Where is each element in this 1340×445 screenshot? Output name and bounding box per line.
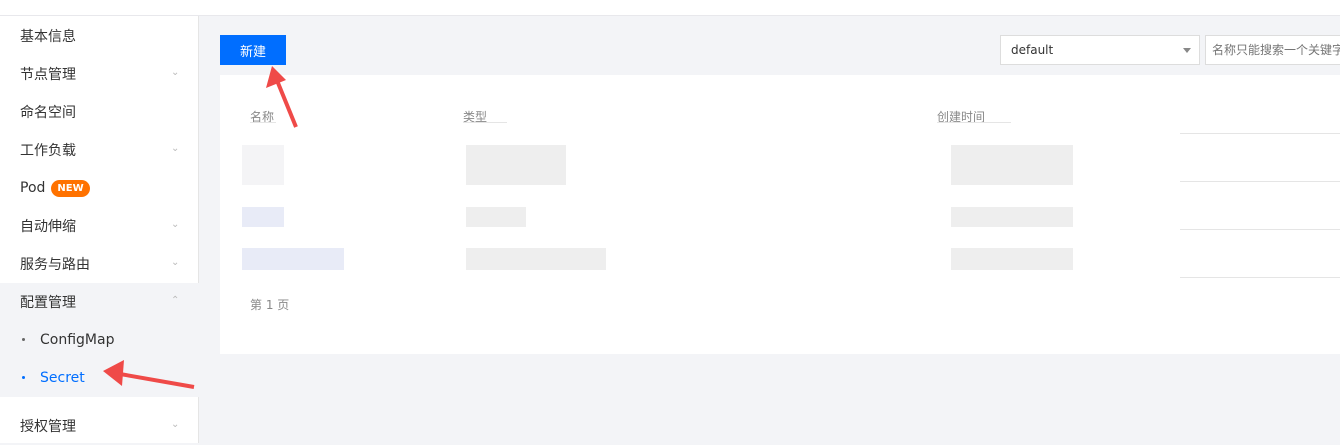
sidebar-item-label: 基本信息 [20,29,76,45]
sidebar-subitem-configmap[interactable]: ConfigMap [0,321,199,359]
pagination-label: 第 1 页 [250,298,290,312]
sidebar-item-label: 命名空间 [20,105,76,121]
redacted-cell [466,145,566,185]
sidebar-item-label: 节点管理 [20,67,76,83]
row-divider [1180,133,1340,134]
sidebar-item-label: 授权管理 [20,419,76,435]
namespace-select[interactable]: default [1000,35,1200,65]
redacted-cell [951,248,1073,270]
header-underline [463,122,507,123]
namespace-select-value: default [1011,43,1054,57]
sidebar-subitem-label: ConfigMap [40,332,115,348]
sidebar-item-authorization[interactable]: 授权管理 ⌄ [0,407,199,445]
chevron-up-icon: ⌃ [171,295,180,306]
sidebar-item-label: 自动伸缩 [20,219,76,235]
bullet-icon [22,376,25,379]
chevron-down-icon: ⌄ [171,143,180,154]
bullet-icon [22,338,25,341]
row-divider [1180,229,1340,230]
chevron-down-icon: ⌄ [171,67,180,78]
sidebar-item-autoscaling[interactable]: 自动伸缩 ⌄ [0,207,199,245]
caret-down-icon [1183,48,1191,53]
redacted-cell [951,145,1073,185]
redacted-cell [466,207,526,227]
redacted-cell [951,207,1073,227]
sidebar-item-namespace[interactable]: 命名空间 [0,93,199,131]
row-divider [1180,277,1340,278]
sidebar-item-basic-info[interactable]: 基本信息 [0,17,199,55]
header-underline [250,122,276,123]
sidebar-item-label: 工作负载 [20,143,76,159]
top-bar [0,0,1340,16]
sidebar-subitem-secret[interactable]: Secret [0,359,199,397]
row-divider [1180,181,1340,182]
sidebar-item-label: Pod [20,180,46,196]
sidebar-item-pod[interactable]: Pod NEW [0,169,199,207]
sidebar-item-config-management[interactable]: 配置管理 ⌃ [0,283,199,321]
sidebar-item-label: 服务与路由 [20,257,90,273]
redacted-cell [242,248,344,270]
sidebar-item-node-management[interactable]: 节点管理 ⌄ [0,55,199,93]
redacted-cell [466,248,606,270]
sidebar-item-label: 配置管理 [20,295,76,311]
new-badge: NEW [51,179,90,197]
redacted-cell [242,145,284,185]
chevron-down-icon: ⌄ [171,219,180,230]
header-underline [937,122,1011,123]
search-input[interactable] [1205,35,1340,65]
chevron-down-icon: ⌄ [171,419,180,430]
sidebar-subitem-label: Secret [40,370,85,386]
redacted-cell [242,207,284,227]
secret-table-panel: 名称 类型 创建时间 第 1 页 [220,75,1340,354]
sidebar: 基本信息 节点管理 ⌄ 命名空间 工作负载 ⌄ Pod NEW 自动伸缩 ⌄ 服… [0,16,199,443]
sidebar-item-workload[interactable]: 工作负载 ⌄ [0,131,199,169]
new-button[interactable]: 新建 [220,35,286,65]
chevron-down-icon: ⌄ [171,257,180,268]
sidebar-item-service-routing[interactable]: 服务与路由 ⌄ [0,245,199,283]
